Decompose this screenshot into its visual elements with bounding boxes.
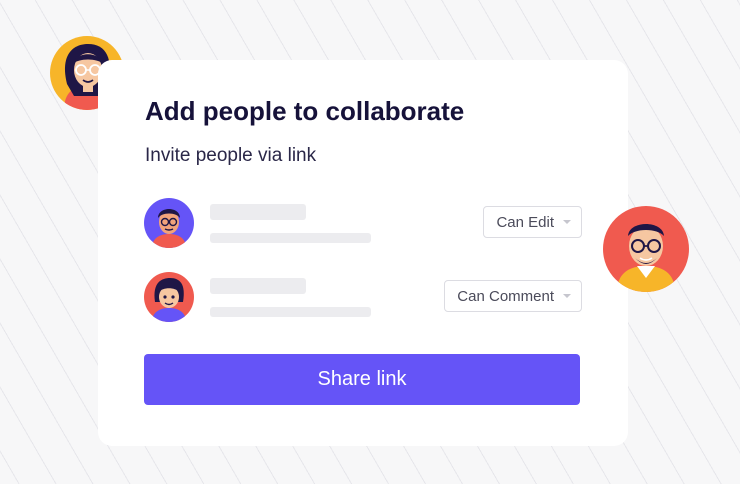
dialog-subtitle: Invite people via link bbox=[145, 145, 317, 166]
dialog-title: Add people to collaborate bbox=[145, 96, 465, 126]
name-placeholder bbox=[210, 278, 306, 294]
man-beard-avatar-icon bbox=[603, 206, 689, 292]
permission-dropdown[interactable]: Can Comment bbox=[444, 280, 582, 312]
permission-dropdown[interactable]: Can Edit bbox=[483, 206, 582, 238]
woman-dark-hair-avatar-icon bbox=[144, 272, 194, 322]
person-row: Can Edit bbox=[144, 198, 582, 250]
invite-dialog: Add people to collaborate Invite people … bbox=[98, 60, 628, 446]
email-placeholder bbox=[210, 307, 371, 317]
man-glasses-avatar-icon bbox=[144, 198, 194, 248]
chevron-down-icon bbox=[563, 220, 571, 224]
permission-label: Can Edit bbox=[496, 213, 554, 231]
chevron-down-icon bbox=[563, 294, 571, 298]
name-placeholder bbox=[210, 204, 306, 220]
person-row: Can Comment bbox=[144, 272, 582, 324]
permission-label: Can Comment bbox=[457, 287, 554, 305]
share-link-button[interactable]: Share link bbox=[144, 354, 580, 405]
email-placeholder bbox=[210, 233, 371, 243]
